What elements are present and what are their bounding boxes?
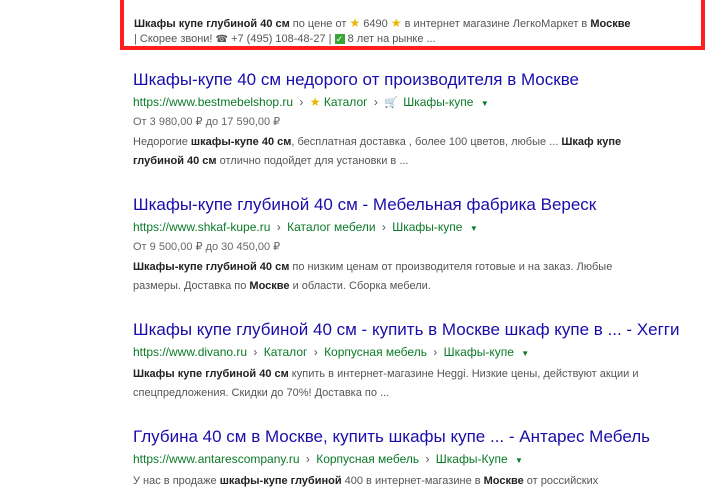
breadcrumb-item[interactable]: Корпусная мебель (316, 452, 419, 466)
dropdown-arrow-icon[interactable]: ▼ (470, 224, 478, 233)
breadcrumb-separator: › (305, 452, 310, 466)
result-snippet: Недорогие шкафы-купе 40 см, бесплатная д… (133, 133, 693, 171)
snippet-bold: Шкафы-купе глубиной 40 см (133, 261, 290, 273)
breadcrumb-item[interactable]: Шкафы-купе (392, 220, 462, 234)
snippet-bold: глубиной 40 см (133, 155, 217, 167)
ad-text: по цене от (289, 18, 350, 30)
snippet-bold: шкафы-купе 40 см (190, 136, 292, 148)
star-icon: ★ (349, 16, 361, 30)
breadcrumb-item[interactable]: Шкафы-купе (403, 95, 473, 109)
search-result: Шкафы купе глубиной 40 см - купить в Мос… (133, 320, 693, 403)
snippet-text: спецпредложения. Скидки до 70%! Доставка… (133, 387, 390, 399)
result-url-line: https://www.divano.ru › Каталог › Корпус… (133, 344, 693, 362)
ad-bold-city: Москве (590, 18, 631, 30)
ad-sep: | (325, 33, 335, 45)
snippet-text: от российских (523, 475, 599, 487)
snippet-text: 400 в интернет-магазине в (341, 475, 484, 487)
ad-price: 6490 (363, 18, 388, 30)
dropdown-arrow-icon[interactable]: ▼ (481, 99, 489, 108)
search-result: Шкафы-купе глубиной 40 см - Мебельная фа… (133, 195, 693, 296)
result-url-line: https://www.antarescompany.ru › Корпусна… (133, 451, 693, 469)
ad-bold-text: Шкафы купе глубиной 40 см (134, 18, 290, 30)
search-result: Шкафы-купе 40 см недорого от производите… (133, 70, 693, 171)
result-title-link[interactable]: Шкафы-купе глубиной 40 см - Мебельная фа… (133, 195, 693, 215)
result-price-range: От 3 980,00 ₽ до 17 590,00 ₽ (133, 116, 281, 128)
breadcrumb-separator: › (313, 345, 318, 359)
snippet-bold: Шкаф купе (561, 136, 622, 148)
snippet-text: по низким ценам от производителя готовые… (289, 261, 613, 273)
breadcrumb-item[interactable]: Каталог (324, 95, 368, 109)
result-url[interactable]: https://www.divano.ru (133, 345, 247, 359)
ad-result-highlight: Шкафы купе глубиной 40 см по цене от ★ 6… (120, 0, 705, 50)
breadcrumb-item[interactable]: Корпусная мебель (324, 345, 427, 359)
breadcrumb-separator: › (299, 95, 304, 109)
snippet-text: отлично подойдет для установки в ... (216, 155, 409, 167)
result-snippet: Шкафы купе глубиной 40 см купить в интер… (133, 365, 693, 403)
snippet-text: размеры. Доставка по (133, 280, 250, 292)
breadcrumb-separator: › (433, 345, 438, 359)
ad-years: 8 лет на рынке ... (344, 33, 436, 45)
breadcrumb-item[interactable]: Шкафы-Купе (436, 452, 508, 466)
snippet-text: У нас в продаже (133, 475, 220, 487)
result-title-link[interactable]: Глубина 40 см в Москве, купить шкафы куп… (133, 427, 693, 447)
ad-text: в интернет магазине ЛегкоМаркет в (401, 18, 591, 30)
result-url-line: https://www.bestmebelshop.ru › ★ Каталог… (133, 94, 693, 112)
snippet-bold: Шкафы купе глубиной 40 см (133, 368, 289, 380)
dropdown-arrow-icon[interactable]: ▼ (515, 456, 523, 465)
result-title-link[interactable]: Шкафы купе глубиной 40 см - купить в Мос… (133, 320, 693, 340)
cart-icon: 🛒 (384, 97, 398, 109)
breadcrumb-separator: › (425, 452, 430, 466)
breadcrumb-item[interactable]: Каталог мебели (287, 220, 375, 234)
result-url-line: https://www.shkaf-kupe.ru › Каталог мебе… (133, 219, 693, 237)
snippet-text: , бесплатная доставка , более 100 цветов… (291, 136, 562, 148)
star-icon: ★ (309, 95, 321, 109)
snippet-text: Недорогие (133, 136, 191, 148)
breadcrumb-separator: › (381, 220, 386, 234)
result-snippet: Шкафы-купе глубиной 40 см по низким цена… (133, 258, 693, 296)
result-url[interactable]: https://www.bestmebelshop.ru (133, 95, 293, 109)
check-icon: ✓ (334, 34, 345, 45)
phone-icon: ☎ (215, 34, 229, 45)
search-result: Глубина 40 см в Москве, купить шкафы куп… (133, 427, 693, 491)
snippet-bold: шкафы-купе глубиной (219, 475, 342, 487)
ad-line-2: | Скорее звони! ☎ +7 (495) 108-48-27 | ✓… (134, 32, 701, 47)
ad-phone[interactable]: +7 (495) 108-48-27 (231, 33, 325, 45)
breadcrumb-separator: › (253, 345, 258, 359)
result-snippet: У нас в продаже шкафы-купе глубиной 400 … (133, 472, 693, 491)
result-price-range: От 9 500,00 ₽ до 30 450,00 ₽ (133, 241, 281, 253)
ad-callout: | Скорее звони! (134, 33, 216, 45)
result-url[interactable]: https://www.antarescompany.ru (133, 452, 300, 466)
star-icon: ★ (390, 16, 402, 30)
snippet-text: и области. Сборка мебели. (289, 280, 431, 292)
breadcrumb-separator: › (373, 95, 378, 109)
dropdown-arrow-icon[interactable]: ▼ (521, 349, 529, 358)
snippet-bold: Москве (483, 475, 524, 487)
ad-line-1: Шкафы купе глубиной 40 см по цене от ★ 6… (134, 16, 701, 32)
snippet-bold: Москве (249, 280, 290, 292)
snippet-text: купить в интернет-магазине Heggi. Низкие… (288, 368, 639, 380)
result-url[interactable]: https://www.shkaf-kupe.ru (133, 220, 270, 234)
breadcrumb-item[interactable]: Каталог (264, 345, 308, 359)
result-title-link[interactable]: Шкафы-купе 40 см недорого от производите… (133, 70, 693, 90)
breadcrumb-separator: › (276, 220, 281, 234)
breadcrumb-item[interactable]: Шкафы-купе (444, 345, 514, 359)
